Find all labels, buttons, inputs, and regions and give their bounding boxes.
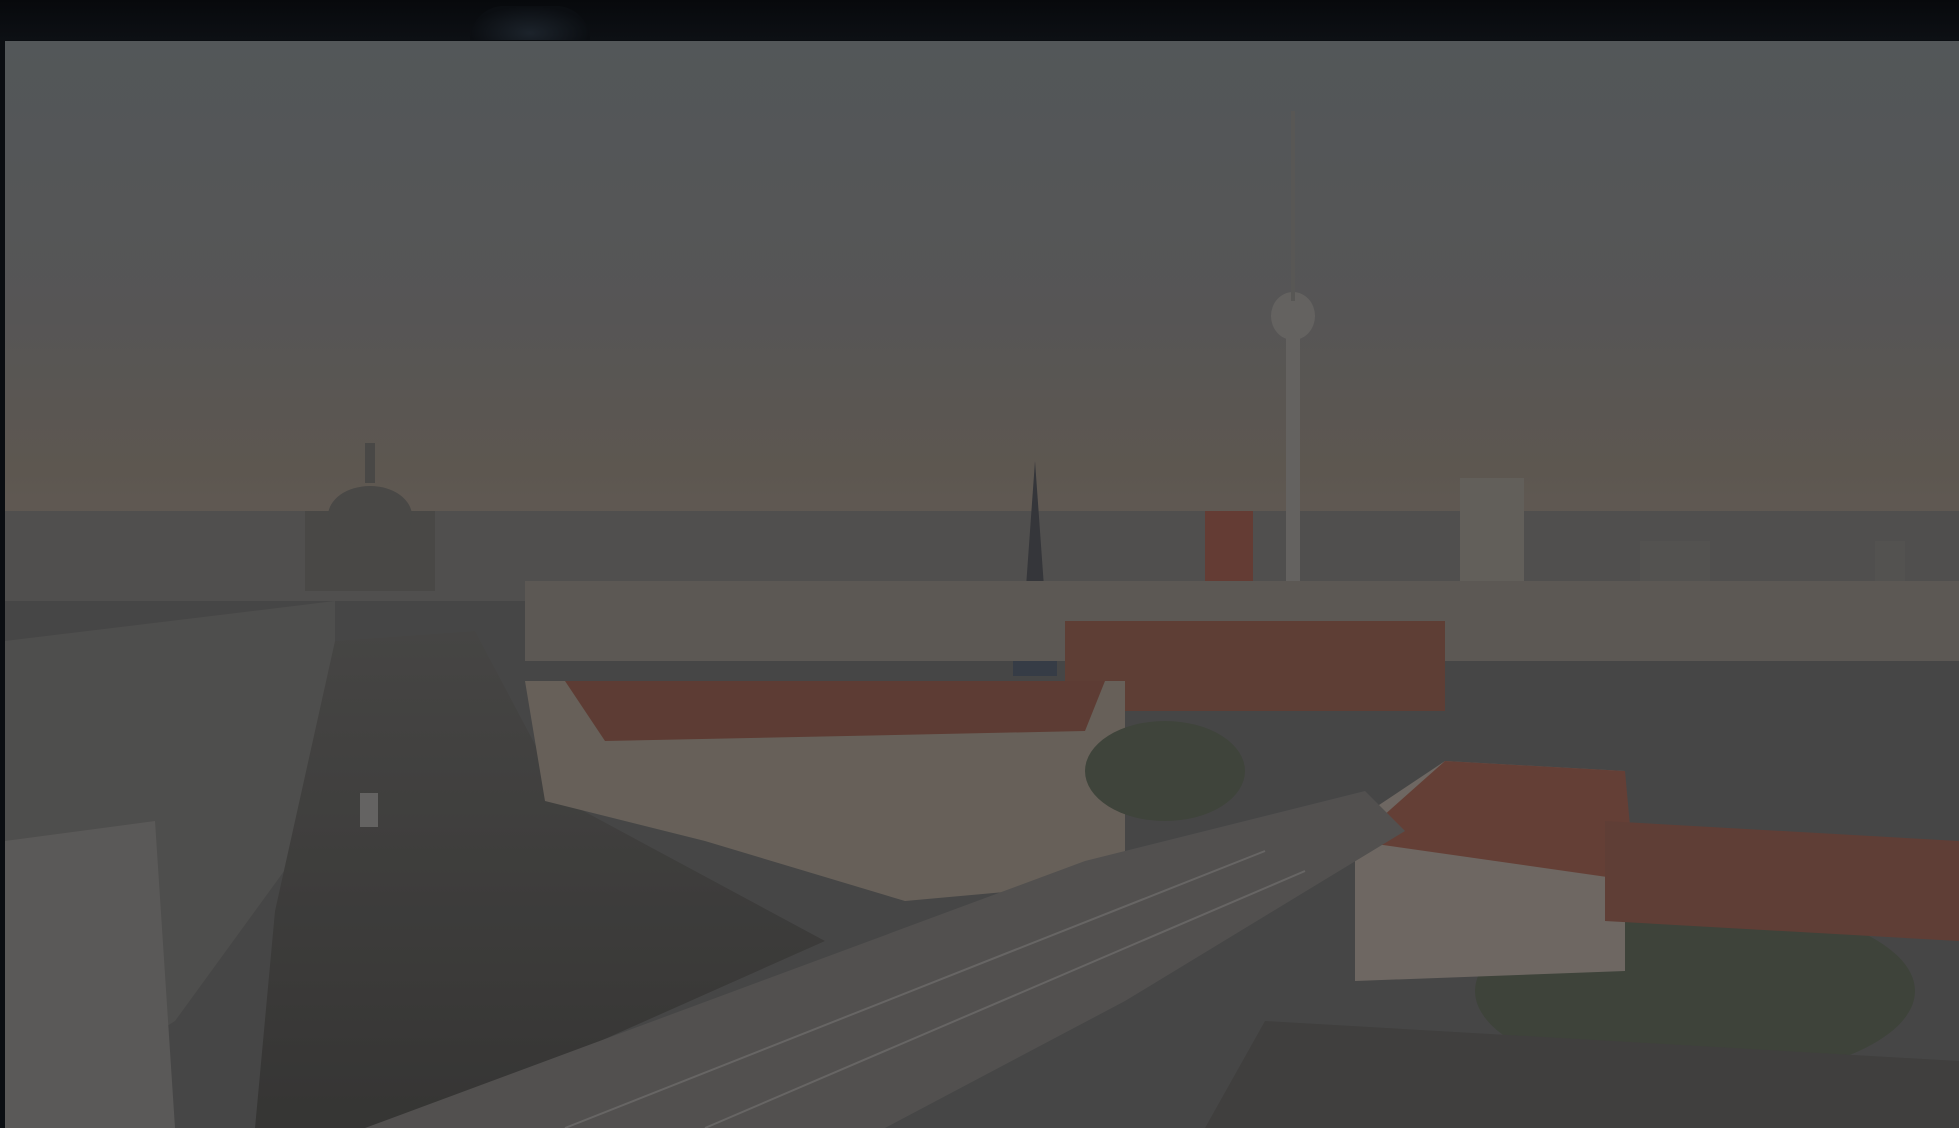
dim-overlay[interactable] <box>5 41 1959 1128</box>
top-bar <box>0 0 1959 40</box>
header-shadow-shape <box>470 6 590 40</box>
image-viewer[interactable] <box>5 41 1959 1128</box>
